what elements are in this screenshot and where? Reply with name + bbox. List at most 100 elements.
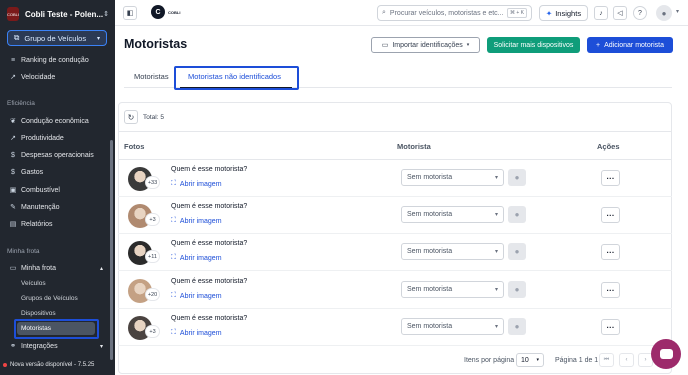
more-actions-icon[interactable]: ··· <box>601 282 620 298</box>
driver-select-value: Sem motorista <box>407 174 453 181</box>
megaphone-icon[interactable]: ◁ <box>613 6 627 20</box>
expand-icon: ⛶ <box>171 254 176 261</box>
group-icon: ⧉ <box>14 33 20 42</box>
chevron-down-icon: ▾ <box>494 175 498 181</box>
expand-icon: ⛶ <box>171 292 176 299</box>
sidebar-item-veiculos[interactable]: Veículos <box>21 280 46 287</box>
nav-integracoes[interactable]: ⚭ Integrações ▾ <box>0 339 115 353</box>
driver-select[interactable]: Sem motorista ▾ <box>401 281 504 298</box>
assign-driver-icon[interactable]: ● <box>508 318 526 335</box>
photo-count-badge: +3 <box>145 213 160 226</box>
photo-count-badge: +3 <box>145 325 160 338</box>
dollar-icon: $ <box>11 168 15 176</box>
more-actions-icon[interactable]: ··· <box>601 319 620 335</box>
refresh-icon[interactable]: ↻ <box>124 110 138 124</box>
nav-manutencao-label: Manutenção <box>21 203 60 211</box>
sidebar-scrollbar[interactable] <box>110 140 113 360</box>
nav-produtividade[interactable]: ↗ Produtividade <box>0 131 115 145</box>
org-name: Cobli Teste - Polen... <box>25 9 104 19</box>
more-actions-icon[interactable]: ··· <box>601 170 620 186</box>
nav-minha-frota-label: Minha frota <box>21 264 57 272</box>
driver-select[interactable]: Sem motorista ▾ <box>401 206 504 223</box>
version-notice[interactable]: Nova versão disponível - 7.5.25 <box>3 362 94 368</box>
insights-label: Insights <box>555 8 582 18</box>
open-image-link[interactable]: ⛶ Abrir imagem <box>171 180 222 188</box>
sidebar-item-dispositivos[interactable]: Dispositivos <box>21 310 56 317</box>
nav-ranking[interactable]: ≡ Ranking de condução <box>0 53 115 67</box>
sidebar-item-grupos[interactable]: Grupos de Veículos <box>21 295 78 302</box>
highlight-box-tab <box>174 66 299 90</box>
add-driver-label: Adicionar motorista <box>604 41 664 49</box>
org-logo: COBLI <box>7 7 20 21</box>
expand-icon: ⛶ <box>171 217 176 224</box>
nav-produtividade-label: Produtividade <box>21 134 64 142</box>
table-row: +33 Quem é esse motorista? ⛶ Abrir image… <box>118 160 672 197</box>
cobli-logo-text: COBLI <box>168 9 181 15</box>
prev-page-icon[interactable]: ‹ <box>619 353 634 367</box>
nav-manutencao[interactable]: ✎ Manutenção <box>0 200 115 214</box>
help-icon[interactable]: ? <box>633 6 647 20</box>
search-shortcut: ⌘ + K <box>506 8 527 18</box>
truck-icon: ▭ <box>9 265 17 272</box>
open-image-label: Abrir imagem <box>179 180 222 188</box>
add-driver-button[interactable]: + Adicionar motorista <box>587 37 673 53</box>
more-actions-icon[interactable]: ··· <box>601 244 620 260</box>
chevron-down-icon: ▾ <box>494 249 498 255</box>
driver-select[interactable]: Sem motorista ▾ <box>401 169 504 186</box>
nav-minha-frota[interactable]: ▭ Minha frota ▴ <box>0 261 115 275</box>
insights-button[interactable]: ✦ Insights <box>539 5 588 21</box>
vehicle-group-button[interactable]: ⧉ Grupo de Veículos ▾ <box>7 30 107 46</box>
import-icon: ▭ <box>381 42 389 49</box>
total-count: Total: 5 <box>143 114 164 121</box>
request-devices-button[interactable]: Solicitar mais dispositivos <box>487 37 580 53</box>
divider <box>118 131 672 132</box>
org-switcher[interactable]: COBLI Cobli Teste - Polen... ⇕ <box>7 6 109 22</box>
nav-despesas[interactable]: $ Despesas operacionais <box>0 148 115 162</box>
sidebar-toggle-icon[interactable]: ◧ <box>123 6 137 20</box>
user-avatar[interactable]: ● <box>656 5 672 21</box>
nav-gastos[interactable]: $ Gastos <box>0 165 115 179</box>
nav-relatorios[interactable]: ▤ Relatórios <box>0 217 115 231</box>
nav-conducao[interactable]: ❦ Condução econômica <box>0 114 115 128</box>
cobli-logo[interactable]: C COBLI <box>151 5 180 19</box>
assign-driver-icon[interactable]: ● <box>508 243 526 260</box>
first-page-icon[interactable]: ⏮ <box>599 353 614 367</box>
more-actions-icon[interactable]: ··· <box>601 207 620 223</box>
nav-combustivel-label: Combustível <box>21 186 60 194</box>
assign-driver-icon[interactable]: ● <box>508 206 526 223</box>
open-image-label: Abrir imagem <box>179 329 222 337</box>
trend-icon: ↗ <box>10 74 16 81</box>
tab-motoristas[interactable]: Motoristas <box>134 72 169 81</box>
chevron-down-icon: ▾ <box>494 212 498 218</box>
driver-select[interactable]: Sem motorista ▾ <box>401 318 504 335</box>
sparkle-icon: ✦ <box>545 8 553 18</box>
leaf-icon: ❦ <box>10 118 16 125</box>
open-image-link[interactable]: ⛶ Abrir imagem <box>171 329 222 337</box>
open-image-link[interactable]: ⛶ Abrir imagem <box>171 292 222 300</box>
photo-count-badge: +11 <box>145 250 160 263</box>
assign-driver-icon[interactable]: ● <box>508 169 526 186</box>
report-icon: ▤ <box>9 221 17 228</box>
nav-despesas-label: Despesas operacionais <box>21 151 94 159</box>
assign-driver-icon[interactable]: ● <box>508 281 526 298</box>
driver-question: Quem é esse motorista? <box>171 203 248 210</box>
search-input[interactable]: ⌕ Procurar veículos, motoristas e etc...… <box>377 5 532 21</box>
nav-relatorios-label: Relatórios <box>21 220 53 228</box>
nav-velocidade[interactable]: ↗ Velocidade <box>0 70 115 84</box>
import-button[interactable]: ▭ Importar identificações ▾ <box>371 37 480 53</box>
sidebar: COBLI Cobli Teste - Polen... ⇕ ⧉ Grupo d… <box>0 0 115 375</box>
open-image-link[interactable]: ⛶ Abrir imagem <box>171 254 222 262</box>
section-eficiencia: Eficiência <box>7 100 35 107</box>
items-per-page-select[interactable]: 10 ▾ <box>516 353 544 367</box>
items-per-page-value: 10 <box>521 356 529 364</box>
chat-support-button[interactable] <box>651 339 681 369</box>
driver-select[interactable]: Sem motorista ▾ <box>401 243 504 260</box>
nav-combustivel[interactable]: ▣ Combustível <box>0 183 115 197</box>
open-image-link[interactable]: ⛶ Abrir imagem <box>171 217 222 225</box>
nav-conducao-label: Condução econômica <box>21 117 89 125</box>
photo-count-badge: +20 <box>145 288 160 301</box>
column-header-fotos: Fotos <box>124 142 145 151</box>
highlight-box-sidebar <box>14 319 99 339</box>
bell-icon[interactable]: ♪ <box>594 6 608 20</box>
chevron-down-icon[interactable]: ▾ <box>676 8 679 15</box>
